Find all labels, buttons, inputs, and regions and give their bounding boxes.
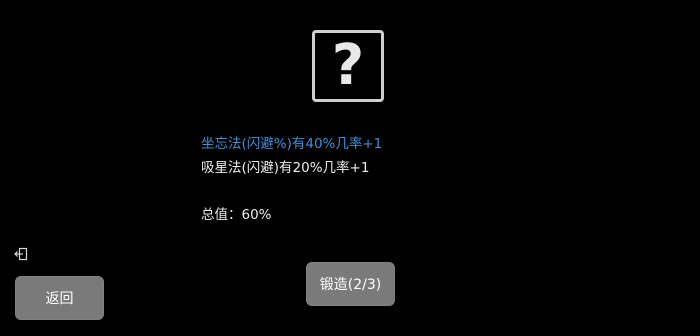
effect-line-primary: 坐忘法(闪避%)有40%几率+1 xyxy=(201,136,383,152)
exit-icon-graphic xyxy=(14,247,28,261)
question-mark-icon: ? xyxy=(331,33,365,98)
mystery-item-slot[interactable]: ? xyxy=(312,30,384,102)
exit-icon[interactable] xyxy=(13,246,29,262)
back-button[interactable]: 返回 xyxy=(15,276,104,320)
total-value: 总值：60% xyxy=(201,207,272,223)
effect-line-secondary: 吸星法(闪避)有20%几率+1 xyxy=(201,160,370,176)
forge-button[interactable]: 锻造(2/3) xyxy=(306,262,395,306)
